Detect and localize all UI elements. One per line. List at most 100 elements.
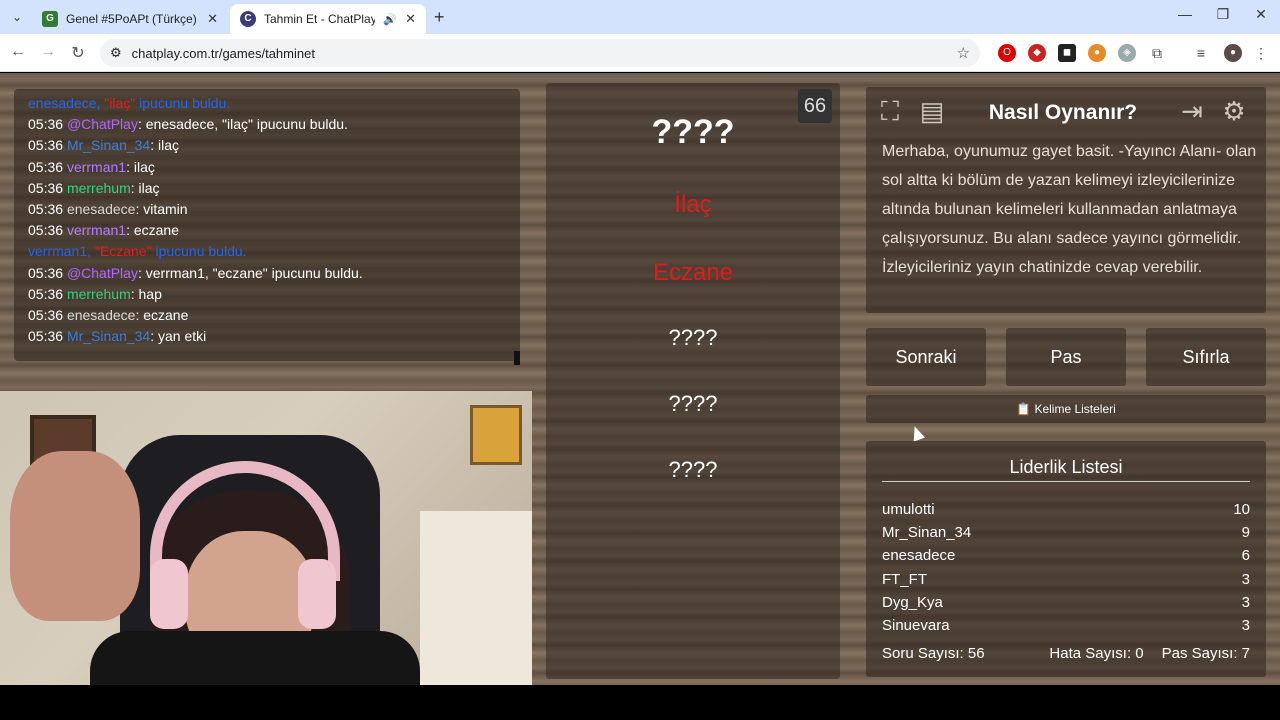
chat-username[interactable]: merrehum xyxy=(67,180,131,196)
system-message: verrman1, "Eczane" ipucunu buldu. xyxy=(28,241,506,262)
leaderboard-row: umulotti 10 xyxy=(882,501,1250,518)
message-text: : verrman1, "eczane" ipucunu buldu. xyxy=(137,264,363,281)
leaderboard-row: Dyg_Kya 3 xyxy=(882,594,1250,611)
close-tab-icon[interactable]: ✕ xyxy=(207,11,218,27)
audio-playing-icon[interactable]: 🔊 xyxy=(383,13,397,26)
leaderboard-title: Liderlik Listesi xyxy=(1009,457,1123,477)
back-arrow-icon[interactable]: ← xyxy=(8,43,28,61)
message-text: : ilaç xyxy=(126,158,155,175)
chat-username[interactable]: enesadece xyxy=(67,201,136,217)
message-text: : yan etki xyxy=(150,328,207,345)
dark-extension-icon[interactable]: ◼ xyxy=(1058,44,1076,62)
system-message: enesadece, "ilaç" ipucunu buldu. xyxy=(28,93,506,114)
browser-tab-gartic[interactable]: G Genel #5PoAPt (Türkçe) - Gartic ✕ xyxy=(32,4,228,34)
word-card-panel: 66 ???? İlaç Eczane ???? ???? ???? xyxy=(546,83,840,679)
orange-extension-icon[interactable]: ● xyxy=(1088,44,1106,62)
forward-arrow-icon[interactable]: → xyxy=(38,43,58,61)
message-text: : ilaç xyxy=(150,137,180,154)
bookmark-star-icon[interactable]: ☆ xyxy=(957,44,970,62)
error-count: Hata Sayısı: 0 xyxy=(1049,645,1144,662)
message-time: 05:36 xyxy=(28,137,64,154)
message-time: 05:36 xyxy=(28,328,64,345)
tab-title: Tahmin Et - ChatPlay xyxy=(264,12,376,26)
exit-icon[interactable]: ⇥ xyxy=(1174,93,1210,129)
chat-message: 05:36 enesadece: vitamin xyxy=(28,199,506,220)
player-name: Dyg_Kya xyxy=(882,593,943,611)
how-to-play-panel: ⛶ ▤ Nasıl Oynanır? ⇥ ⚙ Merhaba, oyunumuz… xyxy=(866,87,1266,313)
pass-count: Pas Sayısı: 7 xyxy=(1161,645,1250,662)
player-score: 3 xyxy=(1241,617,1250,634)
player-name: FT_FT xyxy=(882,570,927,588)
word-lists-button[interactable]: 📋 Kelime Listeleri xyxy=(866,395,1266,423)
question-count: Soru Sayısı: 56 xyxy=(882,645,985,662)
message-time: 05:36 xyxy=(28,158,64,175)
message-text: : vitamin xyxy=(135,201,188,218)
minimize-window-icon[interactable]: — xyxy=(1170,6,1200,22)
pass-button[interactable]: Pas xyxy=(1006,328,1126,386)
streamer-webcam xyxy=(0,391,532,691)
player-score: 3 xyxy=(1241,570,1250,588)
reset-button[interactable]: Sıfırla xyxy=(1146,328,1266,386)
headset-ear-cup xyxy=(150,559,188,629)
player-name: umulotti xyxy=(882,501,935,518)
player-score: 10 xyxy=(1233,501,1250,518)
next-button[interactable]: Sonraki xyxy=(866,328,986,386)
raised-hand xyxy=(10,451,140,621)
chat-message: 05:36 merrehum: ilaç xyxy=(28,178,506,199)
gartic-favicon-icon: G xyxy=(42,11,58,27)
message-time: 05:36 xyxy=(28,307,64,324)
shield-extension-icon[interactable]: ◈ xyxy=(1118,44,1136,62)
mouse-cursor-icon xyxy=(908,424,926,442)
chat-message: 05:36 merrehum: hap xyxy=(28,284,506,305)
how-to-play-title: Nasıl Oynanır? xyxy=(988,101,1138,124)
close-window-icon[interactable]: ✕ xyxy=(1246,6,1276,23)
wall-poster xyxy=(470,405,522,465)
close-tab-icon[interactable]: ✕ xyxy=(405,11,416,27)
message-text: : enesadece, "ilaç" ipucunu buldu. xyxy=(137,116,348,133)
fullscreen-icon[interactable]: ⛶ xyxy=(872,93,908,129)
message-text: : eczane xyxy=(135,307,189,324)
url-text: chatplay.com.tr/games/tahminet xyxy=(131,45,315,61)
chat-message: 05:36 Mr_Sinan_34: yan etki xyxy=(28,326,506,347)
profile-avatar[interactable]: ● xyxy=(1224,44,1242,62)
chat-scrollbar[interactable] xyxy=(514,351,520,365)
chat-username[interactable]: verrman1 xyxy=(67,159,126,175)
tab-search-chevron-icon[interactable]: ⌄ xyxy=(8,8,26,26)
restore-window-icon[interactable]: ❐ xyxy=(1208,6,1238,23)
player-score: 6 xyxy=(1241,547,1250,565)
divider xyxy=(882,481,1250,482)
chat-username[interactable]: @ChatPlay xyxy=(67,265,138,281)
door xyxy=(420,511,532,691)
chat-username[interactable]: Mr_Sinan_34 xyxy=(67,137,150,153)
opera-extension-icon[interactable]: O xyxy=(998,44,1016,62)
extensions-puzzle-icon[interactable]: ⧉ xyxy=(1148,44,1166,62)
red-extension-icon[interactable]: ◆ xyxy=(1028,44,1046,62)
message-text: : hap xyxy=(130,285,162,302)
chat-username[interactable]: @ChatPlay xyxy=(67,116,138,132)
chat-message: 05:36 @ChatPlay: verrman1, "eczane" ipuc… xyxy=(28,263,506,284)
new-tab-icon[interactable]: + xyxy=(434,7,445,28)
document-icon[interactable]: ▤ xyxy=(914,93,950,129)
address-bar[interactable]: ⚙ chatplay.com.tr/games/tahminet ☆ xyxy=(100,39,980,67)
headset-ear-cup xyxy=(298,559,336,629)
chat-username[interactable]: merrehum xyxy=(67,286,131,302)
chat-username[interactable]: enesadece xyxy=(67,307,136,323)
browser-tab-chatplay[interactable]: C Tahmin Et - ChatPlay 🔊 ✕ xyxy=(230,4,426,34)
message-time: 05:36 xyxy=(28,264,64,281)
chat-username[interactable]: Mr_Sinan_34 xyxy=(67,328,150,344)
site-info-icon[interactable]: ⚙ xyxy=(110,45,122,61)
forbidden-word: Eczane xyxy=(652,259,734,286)
message-text: : ilaç xyxy=(130,179,160,196)
media-controls-icon[interactable]: ≡ xyxy=(1192,44,1210,62)
chat-message: 05:36 verrman1: eczane xyxy=(28,220,506,241)
stats-row: Soru Sayısı: 56 Hata Sayısı: 0 Pas Sayıs… xyxy=(882,645,1250,662)
system-suffix: ipucunu buldu. xyxy=(135,95,231,111)
forbidden-word: İlaç xyxy=(674,191,712,218)
browser-menu-icon[interactable]: ⋮ xyxy=(1252,44,1270,62)
chat-username[interactable]: verrman1 xyxy=(67,222,126,238)
reload-icon[interactable]: ↻ xyxy=(68,43,88,63)
message-text: : eczane xyxy=(126,222,180,239)
message-time: 05:36 xyxy=(28,201,64,218)
settings-gear-icon[interactable]: ⚙ xyxy=(1216,93,1252,129)
chat-panel: enesadece, "ilaç" ipucunu buldu. 05:36 @C… xyxy=(14,89,520,365)
